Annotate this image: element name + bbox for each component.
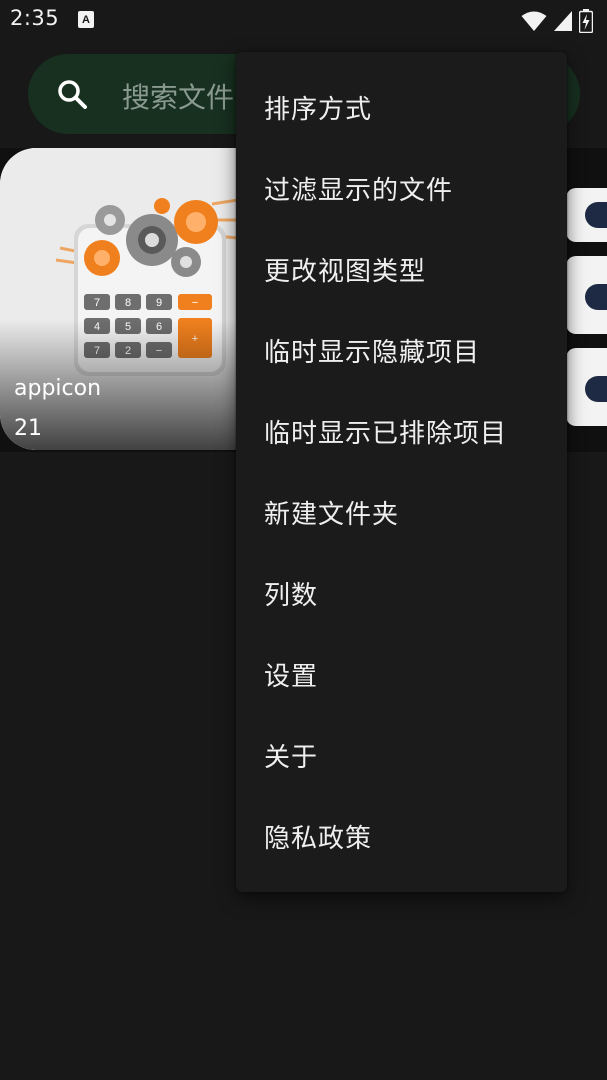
calc-key: − [192,297,198,309]
menu-item-label: 设置 [264,662,319,692]
overflow-menu: 排序方式 过滤显示的文件 更改视图类型 临时显示隐藏项目 临时显示已排除项目 新… [236,52,567,892]
folder-card[interactable] [566,256,607,334]
calc-key: 9 [156,297,162,309]
battery-icon [579,9,593,33]
menu-item-sort[interactable]: 排序方式 [236,67,567,148]
search-input[interactable]: 搜索文件 [122,76,234,116]
menu-item-label: 临时显示已排除项目 [264,419,508,449]
wifi-icon [521,11,547,31]
menu-item-privacy-policy[interactable]: 隐私政策 [236,796,567,877]
folder-card[interactable] [566,348,607,426]
app-screen: 2:35 A 搜索文件 7 8 9 − appicon 21 排序方式 过滤显示… [0,0,607,1080]
menu-item-show-hidden[interactable]: 临时显示隐藏项目 [236,310,567,391]
album-name: appicon [14,376,102,401]
search-icon[interactable] [56,78,88,110]
menu-item-label: 过滤显示的文件 [264,176,454,206]
menu-item-label: 临时显示隐藏项目 [264,338,481,368]
app-icon-letter: A [82,14,90,26]
menu-item-columns[interactable]: 列数 [236,553,567,634]
menu-item-label: 新建文件夹 [264,500,400,530]
menu-item-label: 更改视图类型 [264,257,427,287]
menu-item-settings[interactable]: 设置 [236,634,567,715]
status-bar: 2:35 A [0,0,607,40]
folder-thumb [585,284,607,310]
menu-item-show-excluded[interactable]: 临时显示已排除项目 [236,391,567,472]
calc-key: 7 [94,297,100,309]
menu-item-label: 关于 [264,743,319,773]
menu-item-change-view[interactable]: 更改视图类型 [236,229,567,310]
folder-card[interactable] [566,188,607,242]
menu-item-label: 排序方式 [264,95,373,125]
album-count: 21 [14,416,42,441]
menu-item-new-folder[interactable]: 新建文件夹 [236,472,567,553]
status-time: 2:35 [10,6,60,30]
folder-thumb [585,202,607,228]
menu-item-filter[interactable]: 过滤显示的文件 [236,148,567,229]
menu-item-label: 隐私政策 [264,824,373,854]
menu-item-about[interactable]: 关于 [236,715,567,796]
menu-item-label: 列数 [264,581,319,611]
status-icons [521,9,593,33]
calc-key: 8 [125,297,131,309]
folder-thumb [585,376,607,402]
app-notification-icon: A [78,11,94,28]
signal-icon [554,11,572,31]
